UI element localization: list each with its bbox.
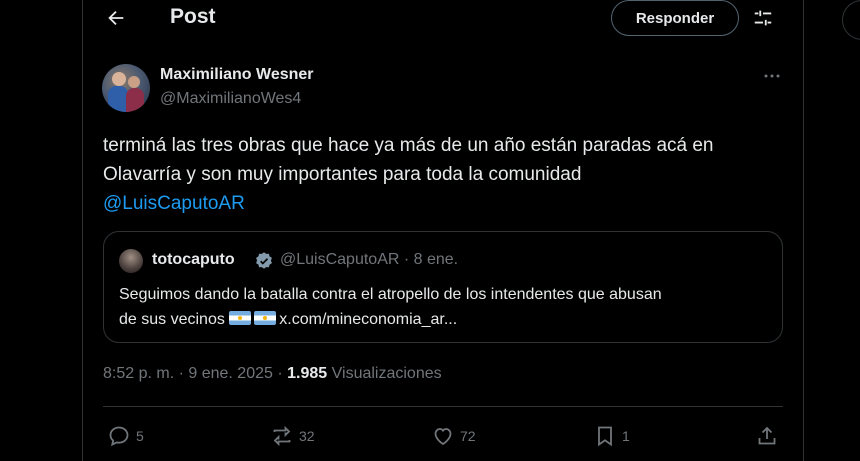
quoted-link: x.com/mineconomia_ar...	[279, 311, 458, 328]
quoted-author-meta: @LuisCaputoAR · 8 ene.	[280, 251, 459, 268]
quoted-post-card[interactable]: totocaputo @LuisCaputoAR · 8 ene. Seguim…	[103, 231, 783, 343]
post-text-line: terminá las tres obras que hace ya más d…	[103, 135, 714, 156]
quoted-post-text: Seguimos dando la batalla contra el atro…	[119, 282, 769, 332]
more-dots-icon	[764, 74, 780, 78]
reply-button[interactable]: Responder	[611, 0, 739, 36]
views-count: 1.985	[287, 365, 328, 382]
like-action[interactable]: 72	[431, 424, 476, 448]
bookmark-icon	[598, 426, 612, 447]
post-text: terminá las tres obras que hace ya más d…	[103, 131, 793, 218]
argentina-flag-icon	[254, 311, 277, 325]
sliders-icon	[754, 10, 772, 26]
side-panel-button[interactable]	[842, 0, 860, 40]
like-count: 72	[460, 428, 476, 444]
repost-action[interactable]: 32	[270, 424, 315, 448]
post-timestamp[interactable]: 8:52 p. m. · 9 ene. 2025 ·	[103, 365, 283, 382]
verified-badge-icon	[256, 252, 272, 269]
bookmark-count: 1	[622, 428, 630, 444]
column-border-left	[82, 0, 83, 461]
page-title: Post	[170, 5, 216, 28]
reply-action[interactable]: 5	[107, 424, 144, 448]
author-avatar[interactable]	[102, 64, 150, 112]
quoted-author-name: totocaputo	[152, 251, 235, 268]
share-icon	[758, 426, 776, 445]
post-metadata: 8:52 p. m. · 9 ene. 2025 · 1.985 Visuali…	[103, 365, 442, 383]
quoted-author-avatar	[119, 249, 143, 273]
repost-icon	[273, 425, 291, 447]
more-options-button[interactable]	[760, 66, 784, 86]
reply-bubble-icon	[109, 426, 129, 447]
author-handle[interactable]: @MaximilianoWes4	[160, 90, 301, 108]
author-name[interactable]: Maximiliano Wesner	[160, 66, 314, 84]
share-action[interactable]	[755, 424, 779, 448]
column-border-right	[803, 0, 804, 461]
back-button[interactable]	[101, 4, 131, 32]
post-text-line: Olavarría y son muy importantes para tod…	[103, 164, 582, 185]
argentina-flag-icon	[229, 311, 252, 325]
arrow-left-icon	[108, 10, 124, 26]
divider	[103, 406, 783, 407]
settings-button[interactable]	[748, 4, 778, 32]
mention-link[interactable]: @LuisCaputoAR	[103, 193, 245, 214]
post-header: Post Responder	[83, 0, 803, 38]
views-label: Visualizaciones	[331, 365, 442, 382]
bookmark-action[interactable]: 1	[593, 424, 630, 448]
heart-icon	[434, 428, 452, 446]
quoted-text-line: Seguimos dando la batalla contra el atro…	[119, 286, 662, 303]
quoted-text-line: de sus vecinos	[119, 311, 225, 328]
repost-count: 32	[299, 428, 315, 444]
reply-count: 5	[136, 428, 144, 444]
